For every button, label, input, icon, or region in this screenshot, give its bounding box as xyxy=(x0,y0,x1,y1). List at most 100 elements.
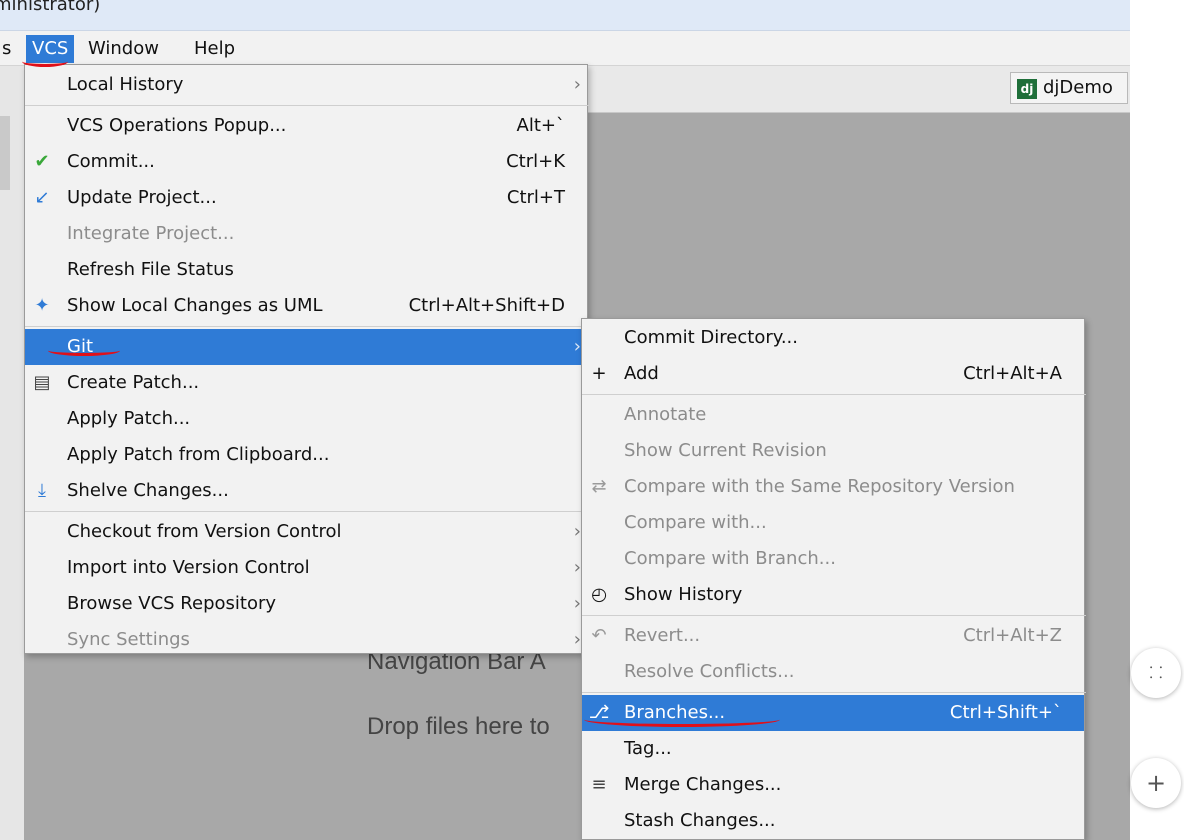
vcs-item-integrate-project[interactable]: Integrate Project... xyxy=(25,216,587,252)
collapse-button[interactable]: ⸬ xyxy=(1131,648,1181,698)
chevron-right-icon: › xyxy=(573,336,581,357)
menu-item-label: Apply Patch from Clipboard... xyxy=(67,444,330,465)
update-arrow-icon: ↙ xyxy=(34,187,50,208)
menu-item-label: Compare with the Same Repository Version xyxy=(624,476,1015,497)
check-icon: ✔ xyxy=(34,151,50,172)
django-icon: dj xyxy=(1017,79,1037,99)
vcs-item-update-project[interactable]: ↙ Update Project... Ctrl+T xyxy=(25,180,587,216)
chevron-right-icon: › xyxy=(573,521,581,542)
menu-item-label: Show History xyxy=(624,584,743,605)
menu-item-shortcut: Ctrl+K xyxy=(506,151,565,172)
menu-item-shortcut: Ctrl+Alt+Z xyxy=(963,625,1062,646)
git-item-merge-changes[interactable]: ≡ Merge Changes... xyxy=(582,767,1084,803)
vcs-item-apply-patch[interactable]: Apply Patch... xyxy=(25,401,587,437)
chevron-right-icon: › xyxy=(573,629,581,650)
git-item-compare-with-the-same-repository-version[interactable]: ⇄ Compare with the Same Repository Versio… xyxy=(582,469,1084,505)
menu-item-help[interactable]: Help xyxy=(194,37,235,61)
menu-item-label: Import into Version Control xyxy=(67,557,310,578)
vcs-item-create-patch[interactable]: ▤ Create Patch... xyxy=(25,365,587,401)
vcs-item-shelve-changes[interactable]: ⤓ Shelve Changes... xyxy=(25,473,587,509)
vcs-menu: Local History › VCS Operations Popup... Alt… xyxy=(24,64,589,654)
compare-icon: ⇄ xyxy=(591,476,607,497)
menu-item-label: Checkout from Version Control xyxy=(67,521,342,542)
menu-bar: s VCS Window Help xyxy=(0,31,1130,66)
git-item-add[interactable]: + Add Ctrl+Alt+A xyxy=(582,356,1084,392)
shelve-icon: ⤓ xyxy=(38,480,46,501)
menu-item-label: Refresh File Status xyxy=(67,259,234,280)
menu-item-shortcut: Ctrl+Alt+Shift+D xyxy=(408,295,565,316)
vcs-item-show-local-changes-as-uml[interactable]: ✦ Show Local Changes as UML Ctrl+Alt+Shift… xyxy=(25,288,587,324)
menu-item-label: Update Project... xyxy=(67,187,217,208)
git-item-compare-with-branch[interactable]: Compare with Branch... xyxy=(582,541,1084,577)
vcs-item-apply-patch-from-clipboard[interactable]: Apply Patch from Clipboard... xyxy=(25,437,587,473)
vcs-item-import-into-version-control[interactable]: Import into Version Control › xyxy=(25,550,587,586)
vcs-item-refresh-file-status[interactable]: Refresh File Status xyxy=(25,252,587,288)
annotation-underline-vcs xyxy=(22,56,68,67)
git-submenu: Commit Directory... + Add Ctrl+Alt+A Annotat… xyxy=(581,318,1086,840)
merge-icon: ≡ xyxy=(591,774,607,795)
branch-icon: ⎇ xyxy=(588,702,610,723)
menu-separator xyxy=(25,105,589,106)
git-item-revert[interactable]: ↶ Revert... Ctrl+Alt+Z xyxy=(582,618,1084,654)
menu-item-label: Local History xyxy=(67,74,184,95)
annotation-underline-branches xyxy=(584,712,780,727)
menu-item-label: VCS Operations Popup... xyxy=(67,115,287,136)
menu-item-label: Show Local Changes as UML xyxy=(67,295,323,316)
menu-item-shortcut: Alt+` xyxy=(516,115,565,136)
git-item-show-current-revision[interactable]: Show Current Revision xyxy=(582,433,1084,469)
chevron-right-icon: › xyxy=(573,593,581,614)
revert-icon: ↶ xyxy=(591,625,607,646)
project-tab[interactable]: dj djDemo xyxy=(1010,72,1128,104)
vcs-item-local-history[interactable]: Local History › xyxy=(25,67,587,103)
menu-item-shortcut: Ctrl+T xyxy=(506,187,565,208)
menu-separator xyxy=(25,326,589,327)
clock-icon: ◴ xyxy=(591,584,607,605)
menu-item-label: Merge Changes... xyxy=(624,774,782,795)
vcs-item-sync-settings[interactable]: Sync Settings › xyxy=(25,622,587,658)
git-item-compare-with[interactable]: Compare with... xyxy=(582,505,1084,541)
patch-icon: ▤ xyxy=(33,372,51,393)
vcs-item-checkout-from-version-control[interactable]: Checkout from Version Control › xyxy=(25,514,587,550)
menu-item-partial[interactable]: s xyxy=(2,37,11,61)
plus-icon: + xyxy=(1145,769,1167,797)
menu-item-label: Browse VCS Repository xyxy=(67,593,277,614)
tool-strip-handle[interactable] xyxy=(0,116,10,190)
menu-item-label: Commit Directory... xyxy=(624,327,798,348)
menu-item-label: Tag... xyxy=(624,738,672,759)
menu-item-label: Integrate Project... xyxy=(67,223,235,244)
left-tool-strip xyxy=(0,66,24,840)
vcs-item-commit[interactable]: ✔ Commit... Ctrl+K xyxy=(25,144,587,180)
git-item-show-history[interactable]: ◴ Show History xyxy=(582,577,1084,613)
project-tab-label: djDemo xyxy=(1043,77,1113,98)
menu-item-label: Annotate xyxy=(624,404,707,425)
menu-item-label: Commit... xyxy=(67,151,155,172)
menu-item-window[interactable]: Window xyxy=(88,37,159,61)
menu-item-label: Resolve Conflicts... xyxy=(624,661,795,682)
menu-separator xyxy=(582,615,1086,616)
uml-icon: ✦ xyxy=(34,295,50,316)
menu-separator xyxy=(25,511,589,512)
menu-item-label: Add xyxy=(624,363,659,384)
git-item-tag[interactable]: Tag... xyxy=(582,731,1084,767)
menu-item-label: Create Patch... xyxy=(67,372,200,393)
vcs-item-browse-vcs-repository[interactable]: Browse VCS Repository › xyxy=(25,586,587,622)
menu-item-label: Stash Changes... xyxy=(624,810,776,831)
window-title-bar: ministrator) xyxy=(0,0,1130,31)
menu-item-label: Compare with Branch... xyxy=(624,548,836,569)
git-item-stash-changes[interactable]: Stash Changes... xyxy=(582,803,1084,839)
git-item-resolve-conflicts[interactable]: Resolve Conflicts... xyxy=(582,654,1084,690)
git-item-annotate[interactable]: Annotate xyxy=(582,397,1084,433)
annotation-underline-git xyxy=(48,345,120,356)
menu-item-shortcut: Ctrl+Alt+A xyxy=(963,363,1062,384)
menu-item-label: Shelve Changes... xyxy=(67,480,229,501)
collapse-icon: ⸬ xyxy=(1149,663,1163,682)
chevron-right-icon: › xyxy=(573,74,581,95)
vcs-item-vcs-operations-popup[interactable]: VCS Operations Popup... Alt+` xyxy=(25,108,587,144)
menu-item-label: Compare with... xyxy=(624,512,767,533)
git-item-commit-directory[interactable]: Commit Directory... xyxy=(582,320,1084,356)
zoom-in-button[interactable]: + xyxy=(1131,758,1181,808)
window-title: ministrator) xyxy=(0,0,101,15)
menu-item-shortcut: Ctrl+Shift+` xyxy=(949,702,1062,723)
menu-item-label: Apply Patch... xyxy=(67,408,191,429)
menu-item-label: Revert... xyxy=(624,625,701,646)
